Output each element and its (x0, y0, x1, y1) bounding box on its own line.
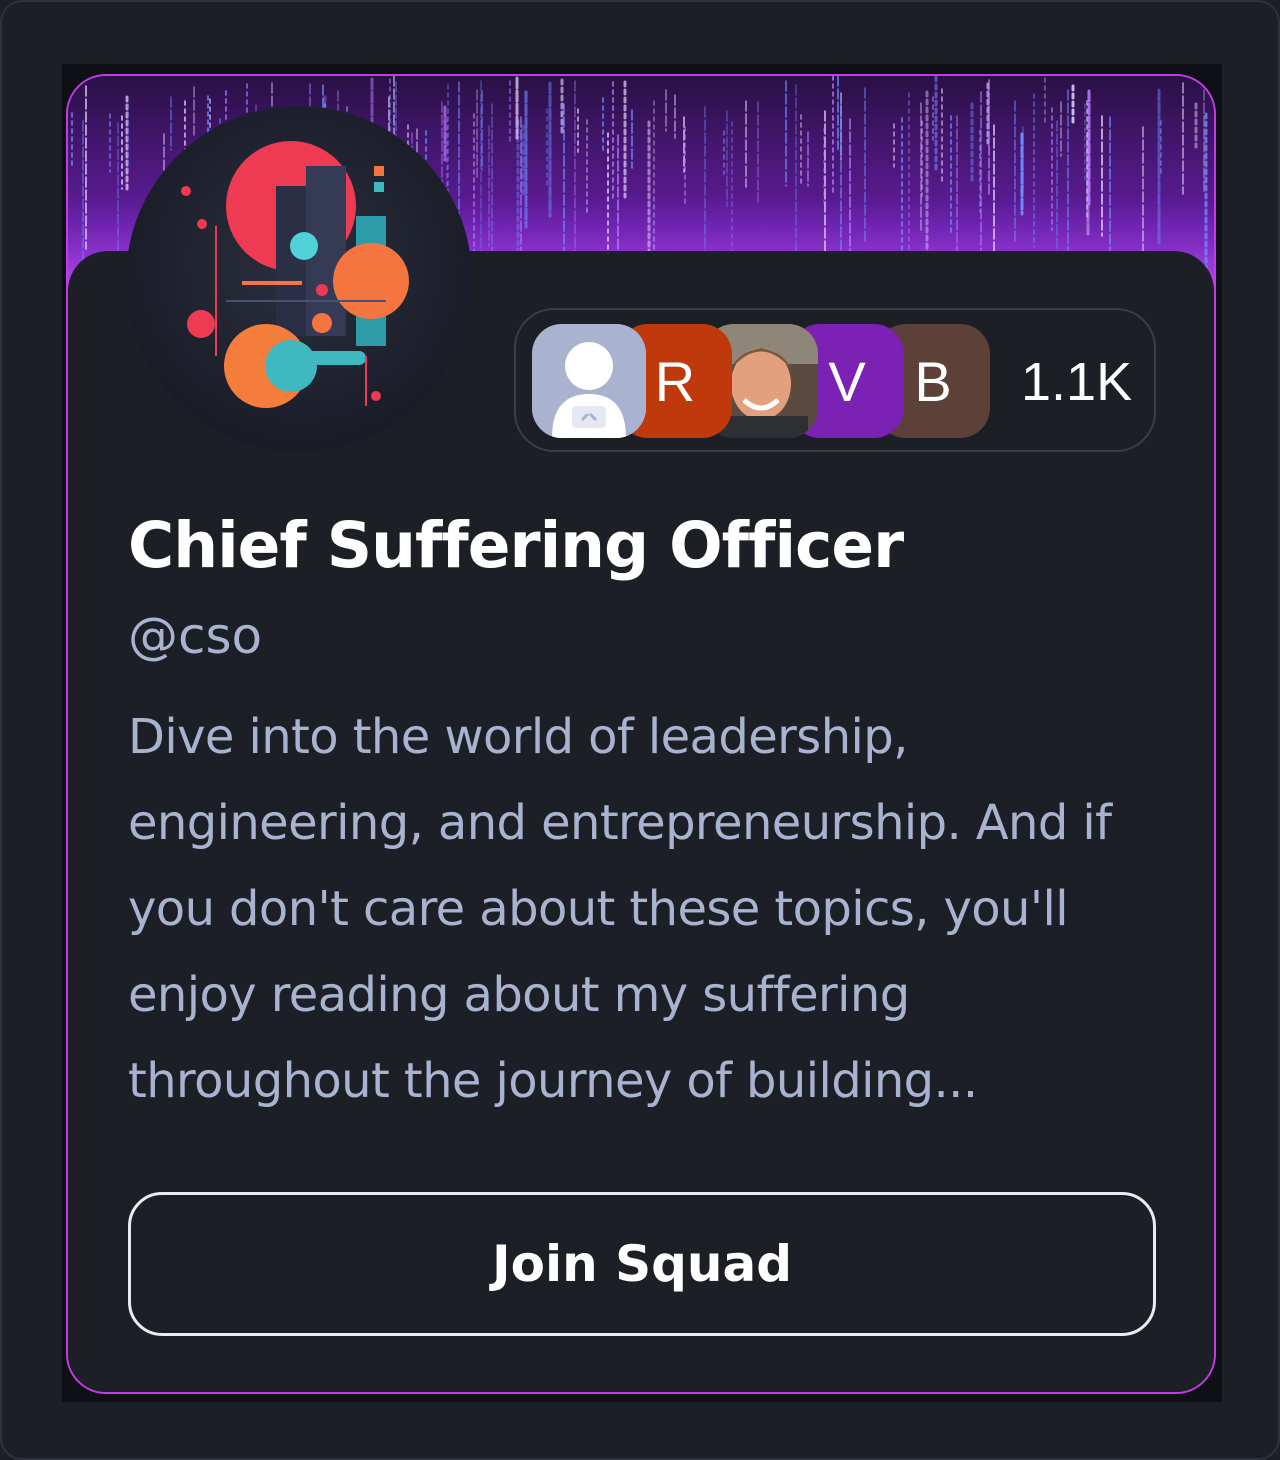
squad-card[interactable]: R V B 1.1K Chief Suffering Officer @cso … (66, 74, 1216, 1394)
member-initial: B (914, 349, 952, 413)
squad-logo[interactable] (126, 106, 472, 452)
member-avatar-default[interactable] (532, 324, 646, 438)
members-stack[interactable]: R V B 1.1K (514, 308, 1156, 452)
member-initial: V (828, 349, 866, 413)
join-squad-button[interactable]: Join Squad (128, 1192, 1156, 1336)
window-frame: R V B 1.1K Chief Suffering Officer @cso … (0, 0, 1280, 1460)
squad-description: Dive into the world of leadership, engin… (128, 709, 1112, 1109)
member-initial: R (654, 349, 696, 413)
default-user-avatar-icon (532, 324, 646, 438)
member-count: 1.1K (1021, 352, 1133, 412)
squad-handle: @cso (128, 607, 263, 665)
squad-title: Chief Suffering Officer (128, 509, 904, 582)
abstract-geometric-logo-icon (181, 141, 409, 408)
